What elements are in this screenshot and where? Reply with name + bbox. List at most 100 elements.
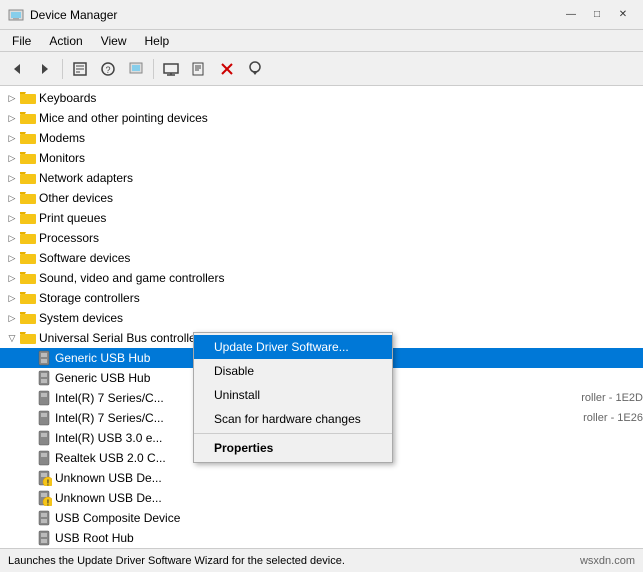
tree-item-system[interactable]: ▷ System devices [0,308,643,328]
forward-button[interactable] [32,56,58,82]
tree-item-label-processors: Processors [39,231,643,245]
tree-item-label-system: System devices [39,311,643,325]
usb-icon-root-hub-1 [36,530,52,546]
tree-item-composite[interactable]: USB Composite Device [0,508,643,528]
menu-view[interactable]: View [93,32,135,50]
usb-icon-intel-7-1 [36,390,52,406]
warning-icon-unknown-2: ! [36,490,52,506]
expand-icon-keyboards: ▷ [4,90,20,106]
expand-icon-mice: ▷ [4,110,20,126]
tree-item-print[interactable]: ▷ Print queues [0,208,643,228]
context-menu-disable[interactable]: Disable [194,359,392,383]
context-menu-separator [194,433,392,434]
expand-icon-generic-usb-1 [20,350,36,366]
folder-icon-modems [20,130,36,146]
intel-7-2-suffix: roller - 1E26 [583,412,643,424]
tree-item-label-monitors: Monitors [39,151,643,165]
back-button[interactable] [4,56,30,82]
context-menu-disable-label: Disable [214,364,254,378]
tree-item-monitors[interactable]: ▷ Monitors [0,148,643,168]
status-bar: Launches the Update Driver Software Wiza… [0,548,643,572]
tree-item-sound[interactable]: ▷ Sound, video and game controllers [0,268,643,288]
expand-icon-print: ▷ [4,210,20,226]
folder-icon-usb [20,330,36,346]
minimize-button[interactable]: — [559,6,583,24]
delete-button[interactable] [214,56,240,82]
svg-text:!: ! [47,499,50,507]
expand-icon-usb: ▽ [4,330,20,346]
expand-icon-sound: ▷ [4,270,20,286]
tree-item-unknown-1[interactable]: ! Unknown USB De... [0,468,643,488]
tree-item-label-network: Network adapters [39,171,643,185]
status-text: Launches the Update Driver Software Wiza… [8,555,345,567]
tree-item-keyboards[interactable]: ▷ Keyboards [0,88,643,108]
tree-item-network[interactable]: ▷ Network adapters [0,168,643,188]
tree-item-software[interactable]: ▷ Software devices [0,248,643,268]
tree-item-label-other: Other devices [39,191,643,205]
update-driver-button[interactable]: ? [95,56,121,82]
folder-icon-mice [20,110,36,126]
folder-icon-system [20,310,36,326]
folder-icon-monitors [20,150,36,166]
context-menu: Update Driver Software... Disable Uninst… [193,332,393,463]
context-menu-properties[interactable]: Properties [194,436,392,460]
menu-file[interactable]: File [4,32,39,50]
folder-icon-other [20,190,36,206]
tree-item-storage[interactable]: ▷ Storage controllers [0,288,643,308]
menu-bar: File Action View Help [0,30,643,52]
network-button[interactable] [158,56,184,82]
expand-icon-realtek [20,450,36,466]
context-menu-scan[interactable]: Scan for hardware changes [194,407,392,431]
expand-icon-generic-usb-2 [20,370,36,386]
usb-icon-realtek [36,450,52,466]
tree-item-root-hub-1[interactable]: USB Root Hub [0,528,643,548]
tree-item-label-unknown-1: Unknown USB De... [55,471,643,485]
tree-view[interactable]: ▷ Keyboards ▷ Mice and other pointing de… [0,86,643,548]
close-button[interactable]: ✕ [611,6,635,24]
folder-icon-storage [20,290,36,306]
context-menu-uninstall[interactable]: Uninstall [194,383,392,407]
folder-icon-processors [20,230,36,246]
tree-item-label-storage: Storage controllers [39,291,643,305]
main-content: ▷ Keyboards ▷ Mice and other pointing de… [0,86,643,548]
maximize-button[interactable]: □ [585,6,609,24]
down-button[interactable] [242,56,268,82]
expand-icon-storage: ▷ [4,290,20,306]
expand-icon-processors: ▷ [4,230,20,246]
menu-help[interactable]: Help [137,32,178,50]
expand-icon-composite [20,510,36,526]
expand-icon-monitors: ▷ [4,150,20,166]
context-menu-update-driver[interactable]: Update Driver Software... [194,335,392,359]
tree-item-other[interactable]: ▷ Other devices [0,188,643,208]
expand-icon-unknown-2 [20,490,36,506]
tree-item-label-software: Software devices [39,251,643,265]
help-button[interactable] [123,56,149,82]
expand-icon-intel-7-2 [20,410,36,426]
tree-item-label-sound: Sound, video and game controllers [39,271,643,285]
tree-item-label-root-hub-1: USB Root Hub [55,531,643,545]
usb-icon-generic-usb-1 [36,350,52,366]
context-menu-update-driver-label: Update Driver Software... [214,340,349,354]
tree-item-processors[interactable]: ▷ Processors [0,228,643,248]
tree-item-modems[interactable]: ▷ Modems [0,128,643,148]
expand-icon-intel-usb3 [20,430,36,446]
tree-item-unknown-2[interactable]: ! Unknown USB De... [0,488,643,508]
device-manager-icon [8,7,24,23]
folder-icon-network [20,170,36,186]
properties-button[interactable] [67,56,93,82]
menu-action[interactable]: Action [41,32,90,50]
tree-item-mice[interactable]: ▷ Mice and other pointing devices [0,108,643,128]
expand-icon-software: ▷ [4,250,20,266]
folder-icon-sound [20,270,36,286]
tree-item-label-print: Print queues [39,211,643,225]
context-menu-scan-label: Scan for hardware changes [214,412,361,426]
expand-icon-modems: ▷ [4,130,20,146]
status-watermark: wsxdn.com [580,555,635,567]
usb-icon-generic-usb-2 [36,370,52,386]
folder-icon-software [20,250,36,266]
toolbar-sep-2 [153,59,154,79]
toolbar-sep-1 [62,59,63,79]
tree-item-label-modems: Modems [39,131,643,145]
context-menu-properties-label: Properties [214,441,273,455]
scan-button[interactable] [186,56,212,82]
